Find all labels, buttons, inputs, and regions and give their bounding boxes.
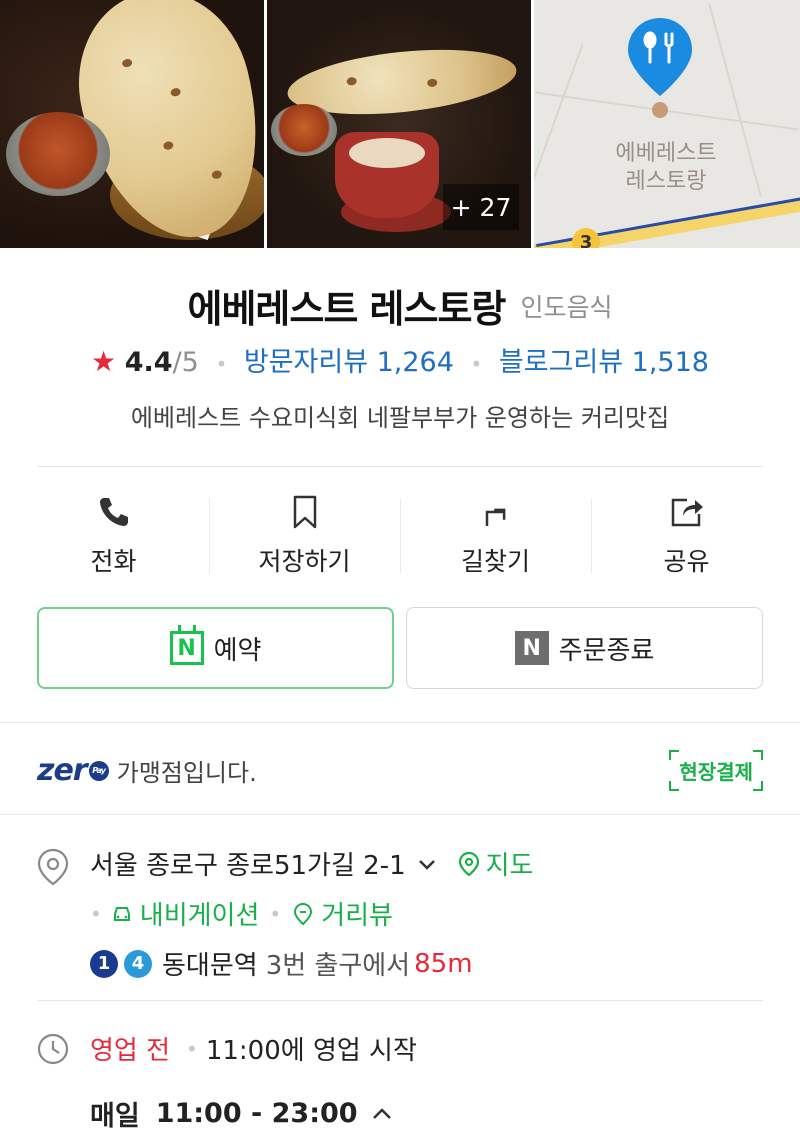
clock-icon [37, 1033, 69, 1065]
map-thumbnail[interactable]: 에베레스트 레스토랑 3 [534, 0, 800, 248]
bookmark-icon [293, 495, 316, 529]
daily-hours: 11:00 - 23:00 [155, 1098, 358, 1129]
address-text[interactable]: 서울 종로구 종로51가길 2-1 [90, 845, 406, 882]
photo-naan-chai[interactable]: + 27 [267, 0, 531, 248]
blog-review-link[interactable]: 블로그리뷰 1,518 [499, 347, 709, 378]
subway-line-1-badge: 1 [90, 949, 118, 978]
place-description: 에베레스트 수요미식회 네팔부부가 운영하는 커리맛집 [130, 404, 670, 432]
daily-hours-row[interactable]: 매일 11:00 - 23:00 [90, 1094, 394, 1132]
divider [38, 1000, 763, 1001]
streetview-link[interactable]: 거리뷰 [321, 895, 393, 932]
zeropay-row: zer Pay 가맹점입니다. 현장결제 [37, 742, 763, 798]
place-category: 인도음식 [520, 292, 613, 322]
naver-booking-icon: N [169, 625, 204, 665]
restaurant-pin-icon [628, 18, 692, 96]
reserve-button[interactable]: N 예약 [37, 607, 394, 689]
visitor-review-link[interactable]: 방문자리뷰 1,264 [244, 347, 454, 378]
chevron-down-icon[interactable] [416, 853, 438, 875]
divider [38, 466, 763, 467]
map-link[interactable]: 지도 [458, 845, 533, 882]
opening-text: 11:00에 영업 시작 [205, 1036, 417, 1066]
station-distance: 85m [414, 948, 473, 979]
address-links: • 내비게이션 • 거리뷰 [90, 895, 393, 932]
naver-order-icon: N [514, 631, 549, 665]
directions-icon [485, 508, 505, 526]
station-name: 동대문역 [162, 951, 258, 981]
divider [0, 722, 800, 723]
star-icon: ★ [91, 345, 117, 378]
zeropay-text: 가맹점입니다. [116, 758, 257, 787]
address-row: 서울 종로구 종로51가길 2-1 지도 [90, 845, 533, 882]
title-row: 에베레스트 레스토랑 인도음식 [0, 278, 800, 333]
zeropay-logo: zer Pay [37, 753, 109, 788]
car-icon [113, 906, 130, 921]
place-name: 에베레스트 레스토랑 [187, 287, 507, 331]
streetview-pin-icon [294, 902, 313, 925]
subway-exit-badge: 3 [572, 228, 600, 248]
photo-strip: + 27 에베레스트 레스토랑 3 [0, 0, 800, 248]
onsite-payment-badge: 현장결제 [669, 749, 763, 791]
chevron-up-icon[interactable] [370, 1102, 394, 1126]
directions-button[interactable]: 길찾기 [400, 484, 591, 584]
save-button[interactable]: 저장하기 [209, 484, 400, 584]
navigation-link[interactable]: 내비게이션 [140, 895, 260, 932]
order-button[interactable]: N 주문종료 [406, 607, 763, 689]
share-icon [671, 498, 703, 527]
more-photos-badge[interactable]: + 27 [443, 184, 519, 230]
location-pin-icon [37, 848, 69, 886]
photo-naan-curry[interactable] [0, 0, 264, 248]
share-button[interactable]: 공유 [591, 484, 782, 584]
station-exit: 3번 출구에서 [265, 951, 411, 981]
action-bar: 전화 저장하기 길찾기 공유 [18, 484, 782, 584]
map-pin-icon [458, 851, 479, 876]
rating-row: ★ 4.4/5 • 방문자리뷰 1,264 • 블로그리뷰 1,518 [91, 345, 709, 378]
business-status: 영업 전 [90, 1036, 171, 1066]
subway-line-4-badge: 4 [124, 949, 152, 978]
subway-info: 1 4 동대문역 3번 출구에서 85m [90, 945, 473, 982]
rating-value: 4.4 [124, 347, 173, 378]
hours-row: 영업 전 • 11:00에 영업 시작 [90, 1030, 417, 1067]
call-button[interactable]: 전화 [18, 484, 209, 584]
phone-icon [99, 498, 128, 526]
divider [0, 814, 800, 815]
